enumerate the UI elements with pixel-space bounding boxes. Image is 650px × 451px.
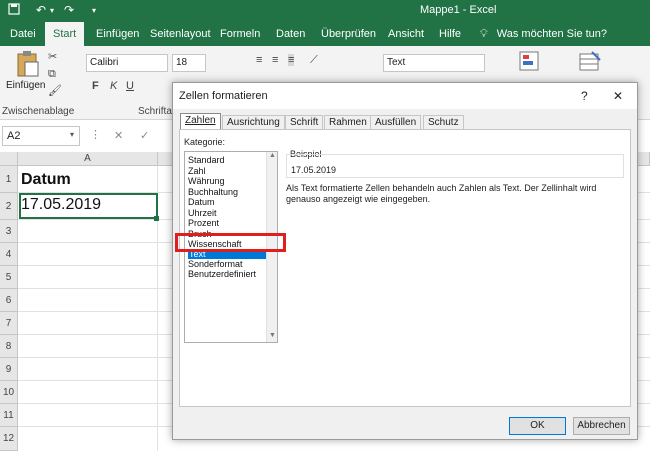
row-header-12[interactable]: 12 <box>0 427 18 451</box>
tab-schutz[interactable]: Schutz <box>423 115 464 129</box>
fill-handle[interactable] <box>154 216 159 221</box>
list-item[interactable]: Buchhaltung <box>188 187 238 197</box>
tab-seitenlayout[interactable]: Seitenlayout <box>148 22 213 46</box>
close-button[interactable]: ✕ <box>613 89 623 103</box>
dialog-title-bar[interactable]: Zellen formatieren ? ✕ <box>173 83 637 109</box>
redo-icon[interactable]: ↷ <box>64 3 74 17</box>
tab-zahlen[interactable]: Zahlen <box>180 113 221 129</box>
italic-button[interactable]: K <box>110 80 117 92</box>
scroll-down-icon[interactable]: ▼ <box>269 332 276 339</box>
copy-icon[interactable]: ⧉ <box>48 68 56 81</box>
row-header-6[interactable]: 6 <box>0 289 18 312</box>
tab-ausrichtung[interactable]: Ausrichtung <box>222 115 285 129</box>
align-middle-icon[interactable]: ≡ <box>272 54 278 66</box>
save-icon[interactable] <box>8 3 20 18</box>
tell-me-label: Was möchten Sie tun? <box>496 28 608 40</box>
column-header-a[interactable]: A <box>18 152 158 166</box>
select-all-corner[interactable] <box>0 152 18 166</box>
list-item[interactable]: Prozent <box>188 218 219 228</box>
lightbulb-icon: 💡︎ <box>480 28 488 40</box>
row-header-11[interactable]: 11 <box>0 404 18 427</box>
ribbon-tabs: Datei Start Einfügen Seitenlayout Formel… <box>0 22 650 46</box>
tab-ansicht[interactable]: Ansicht <box>386 22 426 46</box>
tab-schrift[interactable]: Schrift <box>285 115 324 129</box>
row-header-3[interactable]: 3 <box>0 220 18 243</box>
beispiel-value: 17.05.2019 <box>291 165 337 175</box>
cell-a2[interactable]: 17.05.2019 <box>21 196 101 214</box>
tab-hilfe[interactable]: Hilfe <box>437 22 463 46</box>
cancel-button[interactable]: Abbrechen <box>573 417 630 435</box>
format-painter-icon[interactable]: 🖌︎ <box>48 84 62 97</box>
paste-icon[interactable] <box>16 50 40 81</box>
tab-einfuegen[interactable]: Einfügen <box>94 22 141 46</box>
list-item[interactable]: Währung <box>188 176 225 186</box>
dialog-panel: Kategorie: Standard Zahl Währung Buchhal… <box>179 129 631 407</box>
confirm-entry-button[interactable]: ✓ <box>140 129 149 142</box>
dialog-title: Zellen formatieren <box>179 90 268 102</box>
row-header-8[interactable]: 8 <box>0 335 18 358</box>
vertical-dots-icon: ⋮ <box>90 129 101 141</box>
conditional-format-icon[interactable] <box>518 50 540 75</box>
list-item[interactable]: Standard <box>188 155 225 165</box>
list-item[interactable]: Benutzerdefiniert <box>188 269 256 279</box>
title-bar: ↶ ▾ ↷ ▾ Mappe1 - Excel <box>0 0 650 22</box>
cell-a1[interactable]: Datum <box>21 171 71 189</box>
help-button[interactable]: ? <box>581 89 588 103</box>
tell-me-box[interactable]: 💡︎ Was möchten Sie tun? <box>480 22 607 46</box>
list-item[interactable]: Uhrzeit <box>188 208 217 218</box>
undo-icon[interactable]: ↶ <box>36 3 46 17</box>
beispiel-box: 17.05.2019 <box>286 154 624 178</box>
undo-dropdown-icon[interactable]: ▾ <box>50 6 54 15</box>
align-bottom-icon[interactable]: ≡ <box>288 54 295 66</box>
row-header-9[interactable]: 9 <box>0 358 18 381</box>
scroll-up-icon[interactable]: ▲ <box>269 152 276 159</box>
format-cells-dialog: Zellen formatieren ? ✕ Zahlen Ausrichtun… <box>172 82 638 440</box>
tab-rahmen[interactable]: Rahmen <box>324 115 372 129</box>
tab-ueberpruefen[interactable]: Überprüfen <box>319 22 378 46</box>
row-header-4[interactable]: 4 <box>0 243 18 266</box>
highlight-frame <box>175 233 286 252</box>
list-item[interactable]: Zahl <box>188 166 206 176</box>
kategorie-label: Kategorie: <box>184 137 226 147</box>
row-header-5[interactable]: 5 <box>0 266 18 289</box>
bold-button[interactable]: F <box>92 80 99 92</box>
row-header-2[interactable]: 2 <box>0 193 18 220</box>
ok-button[interactable]: OK <box>509 417 566 435</box>
tab-daten[interactable]: Daten <box>274 22 307 46</box>
font-size-select[interactable]: 18 <box>172 54 206 72</box>
row-header-10[interactable]: 10 <box>0 381 18 404</box>
list-item[interactable]: Sonderformat <box>188 259 243 269</box>
window-title: Mappe1 - Excel <box>420 4 497 16</box>
row-header-7[interactable]: 7 <box>0 312 18 335</box>
tab-ausfuellen[interactable]: Ausfüllen <box>370 115 422 129</box>
underline-button[interactable]: U <box>126 80 134 92</box>
name-box[interactable]: A2 <box>2 126 80 146</box>
font-name-select[interactable]: Calibri <box>86 54 168 72</box>
align-top-icon[interactable]: ≡ <box>256 54 262 66</box>
customize-icon[interactable]: ▾ <box>92 6 96 15</box>
format-as-table-icon[interactable] <box>578 50 602 75</box>
number-format-select[interactable]: Text <box>383 54 485 72</box>
paste-button[interactable]: Einfügen <box>6 80 45 91</box>
tab-datei[interactable]: Datei <box>8 22 38 46</box>
tab-formeln[interactable]: Formeln <box>218 22 262 46</box>
list-item[interactable]: Datum <box>188 197 215 207</box>
clipboard-group-label: Zwischenablage <box>2 106 75 117</box>
category-description: Als Text formatierte Zellen behandeln au… <box>286 183 597 204</box>
cut-icon[interactable]: ✂ <box>48 50 57 63</box>
name-box-dropdown-icon[interactable]: ▾ <box>70 130 74 139</box>
row-header-1[interactable]: 1 <box>0 166 18 193</box>
orientation-icon[interactable]: ⟋ <box>310 54 318 67</box>
cancel-entry-button[interactable]: ✕ <box>114 129 123 142</box>
tab-start[interactable]: Start <box>45 22 85 46</box>
